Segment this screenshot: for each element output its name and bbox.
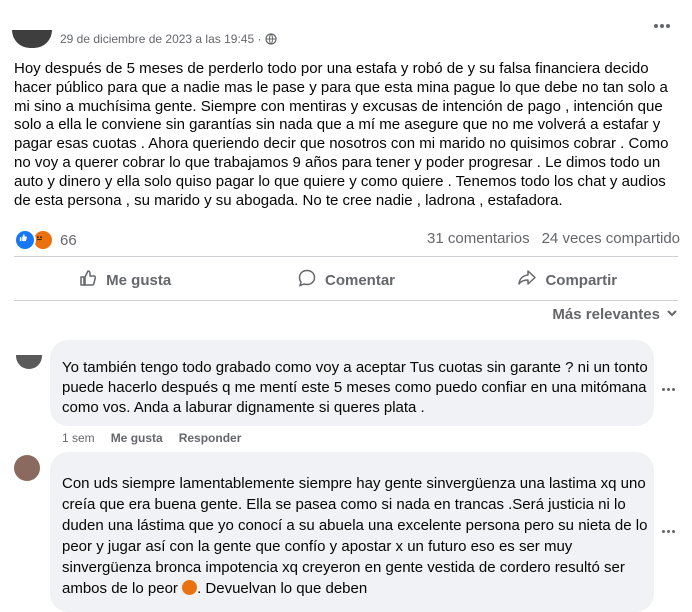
post-meta: 29 de diciembre de 2023 a las 19:45 ·	[60, 32, 278, 46]
post-body: Hoy después de 5 meses de perderlo todo …	[14, 60, 682, 210]
comment-reply-button[interactable]: Responder	[179, 431, 242, 445]
comment-sort-selector[interactable]: Más relevantes	[552, 306, 678, 323]
divider	[14, 300, 678, 301]
more-options-icon[interactable]	[662, 520, 682, 533]
more-options-icon[interactable]	[650, 16, 674, 36]
comment-bubble: Con uds siempre lamentablemente siempre …	[50, 452, 654, 612]
comment-like-button[interactable]: Me gusta	[111, 431, 163, 445]
comments-count[interactable]: 31 comentarios	[427, 230, 530, 247]
post-text: Hoy después de 5 meses de perderlo todo …	[14, 60, 669, 209]
divider	[14, 256, 678, 257]
sort-label: Más relevantes	[552, 306, 660, 323]
comment-actions: 1 sem Me gusta Responder	[62, 431, 241, 445]
shares-count[interactable]: 24 veces compartido	[542, 230, 680, 247]
chevron-down-icon	[666, 306, 678, 323]
comment-text: Con uds siempre lamentablemente siempre …	[62, 475, 648, 597]
thumbs-up-icon	[78, 268, 98, 292]
reaction-count: 66	[60, 231, 77, 249]
comment-time[interactable]: 1 sem	[62, 431, 95, 445]
angry-emoji-icon	[182, 580, 198, 595]
author-avatar[interactable]	[12, 30, 52, 48]
comment-bubble: Yo también tengo todo grabado como voy a…	[50, 340, 654, 426]
share-button[interactable]: Compartir	[457, 262, 678, 298]
share-label: Compartir	[545, 271, 618, 289]
comment-text: Yo también tengo todo grabado como voy a…	[62, 359, 648, 416]
commenter-avatar[interactable]	[14, 455, 40, 481]
share-arrow-icon	[517, 268, 537, 292]
like-reaction-icon	[14, 229, 36, 251]
commenter-avatar[interactable]	[16, 355, 42, 369]
post-timestamp[interactable]: 29 de diciembre de 2023 a las 19:45 ·	[60, 32, 261, 46]
action-bar: Me gusta Comentar Compartir	[14, 262, 678, 298]
reactions-summary[interactable]: 66	[14, 229, 77, 251]
comment-bubble-icon	[297, 268, 317, 292]
like-label: Me gusta	[106, 271, 172, 289]
comment-label: Comentar	[324, 271, 395, 289]
more-options-icon[interactable]	[662, 378, 682, 391]
like-button[interactable]: Me gusta	[14, 262, 235, 298]
post-stats: 31 comentarios 24 veces compartido	[427, 230, 680, 247]
post-header: 29 de diciembre de 2023 a las 19:45 ·	[0, 0, 692, 60]
globe-icon	[265, 33, 278, 45]
comment-button[interactable]: Comentar	[235, 262, 456, 298]
